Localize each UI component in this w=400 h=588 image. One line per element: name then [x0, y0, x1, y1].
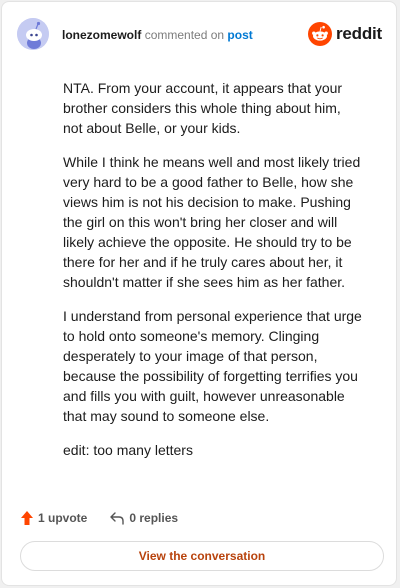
comment-card: lonezomewolf commented on post reddit NT… [1, 1, 397, 586]
action-text: commented on [144, 28, 225, 42]
comment-paragraph: While I think he means well and most lik… [63, 154, 361, 290]
comment-paragraph: NTA. From your account, it appears that … [63, 80, 343, 136]
reddit-snoo-icon [307, 22, 332, 46]
reply-arrow-icon [110, 512, 125, 525]
post-link[interactable]: post [227, 28, 252, 42]
username-link[interactable]: lonezomewolf [62, 28, 141, 42]
upvote-button[interactable]: 1 upvote [20, 510, 87, 526]
comment-header: lonezomewolf commented on post reddit [2, 2, 396, 68]
reddit-logo[interactable]: reddit [307, 19, 382, 49]
replies-count: 0 replies [129, 511, 179, 525]
upvote-count: 1 upvote [38, 511, 88, 525]
comment-meta: lonezomewolf commented on post [62, 28, 253, 42]
comment-body: NTA. From your account, it appears that … [63, 78, 363, 474]
comment-paragraph: I understand from personal experience th… [63, 308, 362, 424]
comment-actions: 1 upvote 0 replies [20, 508, 200, 528]
replies-button[interactable]: 0 replies [109, 511, 178, 525]
comment-paragraph: edit: too many letters [63, 442, 193, 458]
logo-text: reddit [335, 24, 382, 43]
snoo-avatar-icon[interactable] [17, 18, 49, 50]
view-conversation-button[interactable]: View the conversation [20, 541, 384, 571]
upvote-arrow-icon [21, 511, 33, 525]
